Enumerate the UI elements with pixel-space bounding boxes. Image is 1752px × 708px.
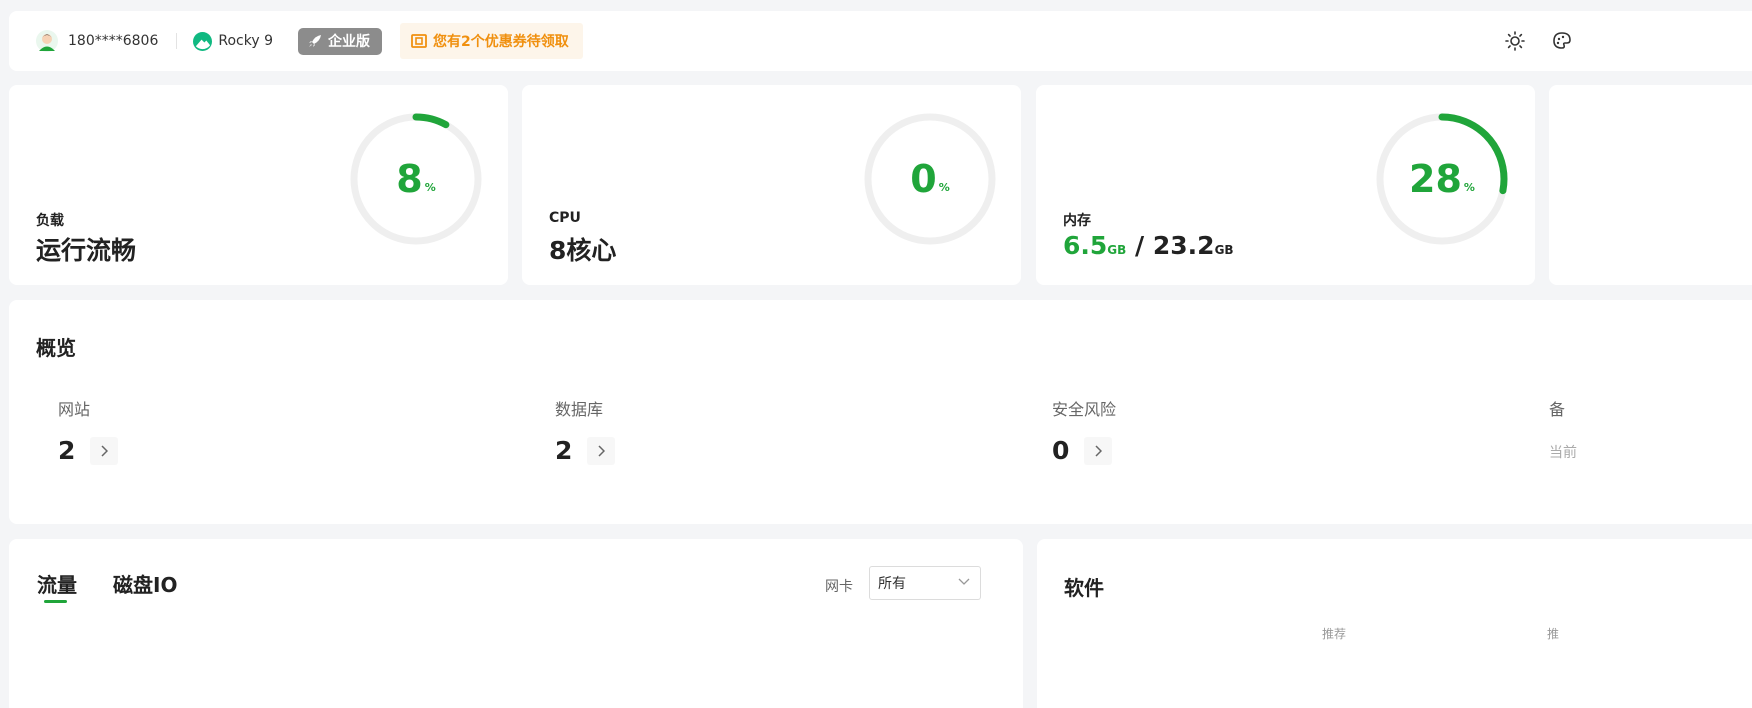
memory-card[interactable]: 28% 内存 6.5GB / 23.2GB <box>1036 85 1535 285</box>
backup-label: 备 <box>1549 400 1566 419</box>
nic-label: 网卡 <box>825 579 853 595</box>
software-recommend-label: 推荐 <box>1322 627 1347 641</box>
software-recommend-label-2: 推 <box>1547 627 1560 641</box>
coupon-icon <box>411 34 427 48</box>
os-info: Rocky 9 <box>193 31 273 51</box>
rocky-linux-icon <box>193 31 213 51</box>
backup-sub: 当前 <box>1549 445 1577 461</box>
chevron-down-icon <box>958 578 970 585</box>
top-icons <box>1504 30 1573 52</box>
cpu-gauge: 0% <box>862 111 998 247</box>
chevron-right-icon <box>1095 444 1102 457</box>
memory-gauge: 28% <box>1374 111 1510 247</box>
chevron-right-icon <box>101 444 108 457</box>
memory-usage: 6.5GB / 23.2GB <box>1063 231 1234 260</box>
memory-label: 内存 <box>1063 213 1091 229</box>
overview-databases: 数据库 2 <box>555 396 615 465</box>
edition-label: 企业版 <box>327 34 370 50</box>
memory-used: 6.5 <box>1063 231 1108 260</box>
memory-percent: 28% <box>1409 157 1475 201</box>
tab-disk-io[interactable]: 磁盘IO <box>113 569 177 598</box>
nic-select-value: 所有 <box>878 576 906 592</box>
load-gauge: 8% <box>348 111 484 247</box>
tab-traffic[interactable]: 流量 <box>37 569 77 598</box>
user-account[interactable]: 180****6806 <box>36 30 158 52</box>
overview-panel: 概览 网站 2 数据库 2 安全风险 0 备 当前 <box>9 300 1752 524</box>
software-panel: 软件 推荐 推 <box>1037 539 1752 708</box>
load-status: 运行流畅 <box>36 236 137 265</box>
sun-icon[interactable] <box>1504 30 1526 52</box>
load-label: 负载 <box>36 213 64 229</box>
disk-card[interactable] <box>1549 85 1752 285</box>
cpu-label: CPU <box>549 210 581 226</box>
overview-title: 概览 <box>36 336 76 360</box>
coupon-notice[interactable]: 您有2个优惠券待领取 <box>399 23 583 59</box>
os-name: Rocky 9 <box>218 33 273 49</box>
cpu-card[interactable]: 0% CPU 8核心 <box>522 85 1021 285</box>
nic-select[interactable]: 所有 <box>869 566 981 600</box>
memory-total-unit: GB <box>1214 243 1234 257</box>
overview-backup: 备 当前 <box>1549 396 1577 462</box>
memory-total: 23.2 <box>1152 231 1215 260</box>
databases-count: 2 <box>555 436 573 465</box>
websites-label: 网站 <box>58 400 91 419</box>
load-percent: 8% <box>396 157 436 201</box>
security-risk-go-button[interactable] <box>1084 436 1112 465</box>
username: 180****6806 <box>68 33 159 49</box>
rocket-icon <box>308 35 321 47</box>
websites-go-button[interactable] <box>90 436 118 465</box>
security-risk-label: 安全风险 <box>1052 400 1117 419</box>
avatar-icon <box>36 30 58 52</box>
databases-go-button[interactable] <box>587 436 615 465</box>
websites-count: 2 <box>58 436 76 465</box>
cpu-percent: 0% <box>910 157 950 201</box>
edition-badge[interactable]: 企业版 <box>297 27 382 55</box>
cpu-cores: 8核心 <box>549 236 617 265</box>
top-bar: 180****6806 Rocky 9 企业版 您有2个优惠券待领取 <box>9 11 1752 71</box>
load-card[interactable]: 8% 负载 运行流畅 <box>9 85 508 285</box>
databases-label: 数据库 <box>555 400 604 419</box>
traffic-panel: 流量 磁盘IO 网卡 所有 <box>9 539 1023 708</box>
memory-used-unit: GB <box>1107 243 1127 257</box>
overview-websites: 网站 2 <box>58 396 118 465</box>
active-tab-indicator <box>44 600 67 603</box>
memory-separator: / <box>1135 231 1145 260</box>
overview-security-risk: 安全风险 0 <box>1052 396 1116 465</box>
security-risk-count: 0 <box>1052 436 1070 465</box>
chevron-right-icon <box>598 444 605 457</box>
divider <box>176 33 178 49</box>
coupon-text: 您有2个优惠券待领取 <box>432 34 569 50</box>
palette-icon[interactable] <box>1551 30 1573 52</box>
software-title: 软件 <box>1064 576 1104 600</box>
dashboard: 180****6806 Rocky 9 企业版 您有2个优惠券待领取 8 % 负… <box>0 0 1752 708</box>
